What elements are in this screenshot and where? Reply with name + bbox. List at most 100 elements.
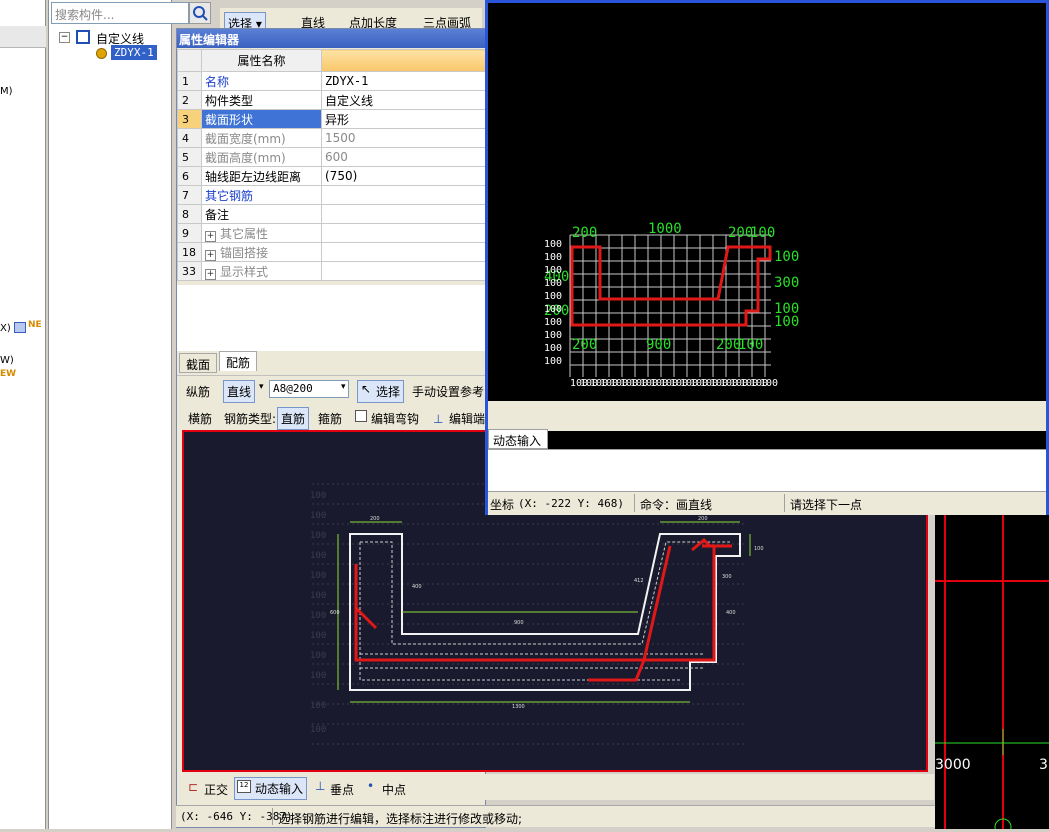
row-num: 9 bbox=[177, 223, 202, 243]
header-num-cell bbox=[177, 49, 202, 72]
table-row[interactable]: 2 构件类型 自定义线 bbox=[177, 90, 487, 110]
table-row[interactable]: 5 截面高度(mm) 600 bbox=[177, 147, 487, 167]
midpoint-label: 中点 bbox=[382, 783, 407, 797]
midpoint-button[interactable]: • 中点 bbox=[366, 779, 409, 800]
rebar-select-label: 选择 bbox=[376, 385, 401, 399]
line-mode-select[interactable]: 直线 bbox=[223, 380, 256, 403]
svg-text:100: 100 bbox=[310, 611, 326, 621]
table-row[interactable]: 18 + 锚固搭接 bbox=[177, 242, 487, 262]
svg-text:200: 200 bbox=[698, 516, 708, 522]
left-text-4: W) bbox=[0, 355, 14, 366]
svg-text:100: 100 bbox=[310, 725, 326, 735]
tab-section[interactable]: 截面 bbox=[179, 353, 218, 373]
left-panel-header bbox=[0, 26, 46, 48]
tab-dynamic-input[interactable]: 动态输入 bbox=[488, 429, 548, 449]
property-table: 属性名称 1 名称 ZDYX-1 2 构件类型 自定义线 3 截面形状 异形 4 截面宽度(m… bbox=[177, 49, 487, 281]
table-row[interactable]: 8 备注 bbox=[177, 204, 487, 224]
bottom-dim-4: 100 bbox=[738, 337, 763, 353]
rebar-spec-select[interactable]: A8@200 bbox=[269, 380, 349, 398]
manual-ref-button[interactable]: 手动设置参考 bbox=[409, 381, 487, 402]
row-value[interactable]: ZDYX-1 bbox=[321, 71, 487, 91]
dynamic-input-area: 动态输入 bbox=[488, 401, 1046, 449]
row-num: 5 bbox=[177, 147, 202, 167]
row-num: 6 bbox=[177, 166, 202, 186]
main-cad-svg[interactable]: 3000 3 bbox=[935, 515, 1049, 832]
tree-item-zdyx-1[interactable]: ZDYX-1 bbox=[111, 45, 157, 60]
table-row[interactable]: 6 轴线距左边线距离 (750) bbox=[177, 166, 487, 186]
edit-hook-button[interactable]: 编辑弯钩 bbox=[353, 408, 422, 429]
right-dim-1: 100 bbox=[774, 249, 799, 265]
table-row[interactable]: 33 + 显示样式 bbox=[177, 261, 487, 281]
edit-hook-icon bbox=[355, 410, 367, 422]
expand-icon[interactable]: + bbox=[205, 268, 216, 280]
bottom-ticks: 1001001001001001001001001001001001001001… bbox=[570, 378, 778, 389]
row-value[interactable] bbox=[321, 242, 487, 262]
straight-rebar-button[interactable]: 直筋 bbox=[277, 407, 310, 430]
svg-text:100: 100 bbox=[310, 531, 326, 541]
svg-text:900: 900 bbox=[514, 620, 524, 626]
edit-end-button[interactable]: ⊥ 编辑端 bbox=[431, 408, 488, 429]
svg-text:100: 100 bbox=[310, 631, 326, 641]
row-value[interactable] bbox=[321, 223, 487, 243]
svg-text:100: 100 bbox=[310, 551, 326, 561]
drawing-status-bar: 坐标 (X: -222 Y: 468) 命令：画直线 请选择下一点 bbox=[488, 491, 1046, 515]
edit-hook-label: 编辑弯钩 bbox=[371, 412, 420, 426]
expand-icon[interactable]: + bbox=[205, 249, 216, 261]
table-row[interactable]: 7 其它钢筋 bbox=[177, 185, 487, 205]
svg-text:100: 100 bbox=[754, 546, 764, 552]
left-tick: 100 bbox=[544, 265, 562, 276]
row-num: 33 bbox=[177, 261, 202, 281]
row-name: 显示样式 bbox=[220, 264, 269, 279]
row-name: 轴线距左边线距离 bbox=[201, 166, 322, 186]
svg-text:100: 100 bbox=[310, 591, 326, 601]
profile-drawing-svg[interactable]: 200 1000 200 100 200 900 200 100 100 300… bbox=[488, 3, 1046, 403]
row-value[interactable]: 异形 bbox=[321, 109, 487, 129]
row-value[interactable] bbox=[321, 204, 487, 224]
row-value[interactable] bbox=[321, 185, 487, 205]
rebar-select-button[interactable]: ↖ 选择 bbox=[357, 380, 405, 403]
left-tick: 100 bbox=[544, 343, 562, 354]
tab-rebar[interactable]: 配筋 bbox=[219, 351, 258, 371]
row-value[interactable]: 600 bbox=[321, 147, 487, 167]
svg-text:100: 100 bbox=[310, 491, 326, 501]
ortho-button[interactable]: ⊏ 正交 bbox=[186, 779, 231, 800]
grid-icon[interactable] bbox=[14, 322, 26, 333]
command-area[interactable] bbox=[488, 449, 1046, 491]
table-row[interactable]: 9 + 其它属性 bbox=[177, 223, 487, 243]
row-num: 7 bbox=[177, 185, 202, 205]
axis-label-right: 3 bbox=[1039, 757, 1048, 773]
dynamic-input-button[interactable]: 12 动态输入 bbox=[234, 777, 308, 800]
stirrup-button[interactable]: 箍筋 bbox=[315, 408, 345, 429]
cursor-arrow-icon: ↖ bbox=[361, 382, 372, 396]
row-value[interactable]: (750) bbox=[321, 166, 487, 186]
svg-text:1300: 1300 bbox=[512, 704, 525, 710]
ortho-icon: ⊏ bbox=[188, 780, 199, 794]
midpoint-icon: • bbox=[367, 779, 375, 793]
main-cad-canvas[interactable]: 3000 3 bbox=[935, 515, 1049, 832]
row-value[interactable]: 1500 bbox=[321, 128, 487, 148]
left-tick: 100 bbox=[544, 278, 562, 289]
table-row[interactable]: 1 名称 ZDYX-1 bbox=[177, 71, 487, 91]
left-tick: 100 bbox=[544, 317, 562, 328]
row-num: 1 bbox=[177, 71, 202, 91]
table-row[interactable]: 4 截面宽度(mm) 1500 bbox=[177, 128, 487, 148]
top-dim-2: 1000 bbox=[648, 221, 682, 237]
collapse-icon[interactable]: − bbox=[59, 32, 70, 43]
search-icon[interactable] bbox=[189, 2, 211, 24]
property-editor-title: 属性编辑器 bbox=[177, 29, 487, 48]
status-divider bbox=[634, 494, 635, 512]
left-tick: 100 bbox=[544, 304, 562, 315]
rebar-type-label: 钢筋类型: bbox=[224, 412, 277, 426]
expand-icon[interactable]: + bbox=[205, 230, 216, 242]
profile-drawing-window[interactable]: 200 1000 200 100 200 900 200 100 100 300… bbox=[485, 0, 1049, 515]
row-value[interactable]: 自定义线 bbox=[321, 90, 487, 110]
chevron-down-icon[interactable]: ▾ bbox=[259, 382, 264, 392]
row-value[interactable] bbox=[321, 261, 487, 281]
chevron-down-icon[interactable]: ▾ bbox=[341, 382, 346, 392]
row-num: 8 bbox=[177, 204, 202, 224]
perpendicular-button[interactable]: ⊥ 垂点 bbox=[314, 779, 357, 800]
search-input[interactable]: 搜索构件... bbox=[51, 2, 189, 24]
status-bar: (X: -646 Y: -387) 选择钢筋进行编辑，选择标注进行修改或移动; bbox=[176, 805, 935, 827]
table-row[interactable]: 3 截面形状 异形 bbox=[177, 109, 487, 129]
top-dim-4: 100 bbox=[750, 225, 775, 241]
